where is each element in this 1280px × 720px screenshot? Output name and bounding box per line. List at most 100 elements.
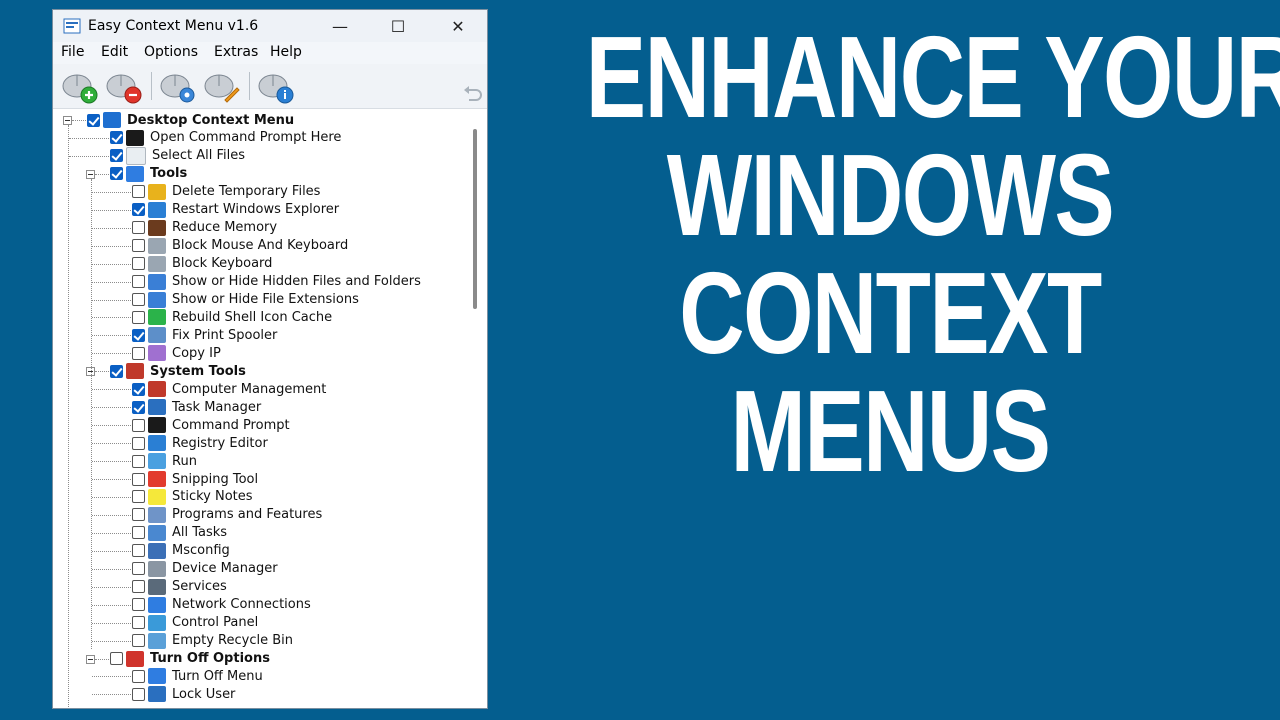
tree-item-label: Command Prompt [172, 417, 290, 433]
tree-item[interactable]: Device Manager [132, 560, 278, 578]
menu-help[interactable]: Help [270, 44, 302, 60]
tree-item[interactable]: Msconfig [132, 542, 230, 560]
info-icon[interactable] [255, 66, 297, 106]
tree-item[interactable]: Turn Off Options [110, 650, 270, 668]
tree-connector [92, 425, 131, 426]
tree-expander[interactable] [86, 170, 95, 179]
maximize-button[interactable]: ☐ [369, 10, 427, 42]
tree-item-checkbox[interactable] [132, 490, 145, 504]
tree-item[interactable]: Reduce Memory [132, 219, 277, 237]
folder-icon [148, 273, 166, 290]
tree-item-checkbox[interactable] [132, 454, 145, 468]
tree-item-checkbox[interactable] [110, 167, 123, 181]
tree-item-checkbox[interactable] [132, 616, 145, 630]
tree-item[interactable]: Block Keyboard [132, 255, 272, 273]
tree-scrollbar[interactable] [473, 129, 477, 309]
tree-item[interactable]: Lock User [132, 685, 235, 703]
tree-item-checkbox[interactable] [132, 400, 145, 414]
tree-item[interactable]: Run [132, 452, 197, 470]
tree-item[interactable]: All Tasks [132, 524, 227, 542]
menu-extras[interactable]: Extras [214, 44, 258, 60]
tree-item-label: Network Connections [172, 597, 311, 613]
clean-icon[interactable] [201, 66, 243, 106]
tree-item-checkbox[interactable] [110, 131, 123, 145]
tree-item-label: Turn Off Menu [172, 668, 263, 684]
tree-item[interactable]: Desktop Context Menu [87, 111, 294, 129]
tree-item-checkbox[interactable] [132, 669, 145, 683]
tree-item[interactable]: Restart Windows Explorer [132, 201, 339, 219]
tree-item[interactable]: Programs and Features [132, 506, 322, 524]
tree-connector [92, 192, 131, 193]
tree-item[interactable]: Network Connections [132, 596, 311, 614]
tree-item-checkbox[interactable] [132, 275, 145, 289]
menu-file[interactable]: File [61, 44, 84, 60]
tree-item[interactable]: Services [132, 578, 227, 596]
close-button[interactable]: ✕ [429, 10, 487, 42]
tree-expander[interactable] [63, 116, 72, 125]
tree-item-checkbox[interactable] [110, 149, 123, 163]
tree-item[interactable]: Empty Recycle Bin [132, 632, 293, 650]
tree-item-checkbox[interactable] [132, 562, 145, 576]
tree-item-checkbox[interactable] [110, 652, 123, 665]
tree-connector [92, 623, 131, 624]
tree-item-checkbox[interactable] [132, 436, 145, 450]
tree-item-checkbox[interactable] [110, 364, 123, 378]
tree-item-checkbox[interactable] [132, 328, 145, 342]
services-icon [148, 578, 166, 595]
add-icon[interactable] [59, 66, 101, 106]
tree-expander[interactable] [86, 655, 95, 664]
tree-item[interactable]: Command Prompt [132, 416, 290, 434]
tree-item-checkbox[interactable] [132, 418, 145, 432]
tree-item[interactable]: Show or Hide Hidden Files and Folders [132, 273, 421, 291]
undo-icon[interactable] [462, 84, 484, 104]
tree-item-checkbox[interactable] [87, 113, 100, 127]
tree-item-checkbox[interactable] [132, 526, 145, 540]
network-icon [148, 596, 166, 613]
tree-item[interactable]: Block Mouse And Keyboard [132, 237, 348, 255]
tree-item-checkbox[interactable] [132, 634, 145, 648]
minimize-button[interactable]: — [311, 10, 369, 42]
tree-item[interactable]: System Tools [110, 362, 246, 380]
tree-item[interactable]: Tools [110, 165, 187, 183]
tree-item[interactable]: Show or Hide File Extensions [132, 291, 359, 309]
tree-item-checkbox[interactable] [132, 346, 145, 360]
menu-options[interactable]: Options [144, 44, 198, 60]
tree-item-checkbox[interactable] [132, 203, 145, 217]
tree-item[interactable]: Sticky Notes [132, 488, 253, 506]
tree-item-checkbox[interactable] [132, 687, 145, 701]
tree-item-checkbox[interactable] [132, 239, 145, 253]
tree-item-checkbox[interactable] [132, 382, 145, 396]
tree-item[interactable]: Fix Print Spooler [132, 326, 277, 344]
tree-item[interactable]: Snipping Tool [132, 470, 258, 488]
tree-item-checkbox[interactable] [132, 580, 145, 594]
tree-connector [92, 317, 131, 318]
settings-icon[interactable] [157, 66, 199, 106]
tree-item-checkbox[interactable] [132, 472, 145, 486]
tree-item[interactable]: Copy IP [132, 344, 221, 362]
tree-item-checkbox[interactable] [132, 508, 145, 522]
tree-item-checkbox[interactable] [132, 293, 145, 306]
menu-edit[interactable]: Edit [101, 44, 128, 60]
tree-item[interactable]: Task Manager [132, 398, 261, 416]
tree-item-checkbox[interactable] [132, 598, 145, 612]
tree-item-checkbox[interactable] [132, 544, 145, 558]
power-icon [126, 650, 144, 667]
tree-item[interactable]: Select All Files [110, 146, 245, 165]
tree-item[interactable]: Turn Off Menu [132, 667, 263, 685]
tree-item[interactable]: Rebuild Shell Icon Cache [132, 308, 332, 326]
tree-item[interactable]: Control Panel [132, 614, 258, 632]
headline-line: ENHANCE YOUR [585, 12, 1280, 142]
tree-trunk [91, 178, 92, 649]
tree-item[interactable]: Computer Management [132, 380, 326, 398]
tree-item[interactable]: Delete Temporary Files [132, 183, 320, 201]
tree-item-label: Open Command Prompt Here [150, 130, 342, 146]
tree-item-checkbox[interactable] [132, 310, 145, 324]
tree-item-checkbox[interactable] [132, 257, 145, 271]
tree-item[interactable]: Registry Editor [132, 434, 268, 452]
tree-connector [92, 443, 131, 444]
tools-icon [126, 363, 144, 380]
tree-item-checkbox[interactable] [132, 221, 145, 235]
tree-item[interactable]: Open Command Prompt Here [110, 129, 341, 147]
tree-item-checkbox[interactable] [132, 185, 145, 199]
remove-icon[interactable] [103, 66, 145, 106]
